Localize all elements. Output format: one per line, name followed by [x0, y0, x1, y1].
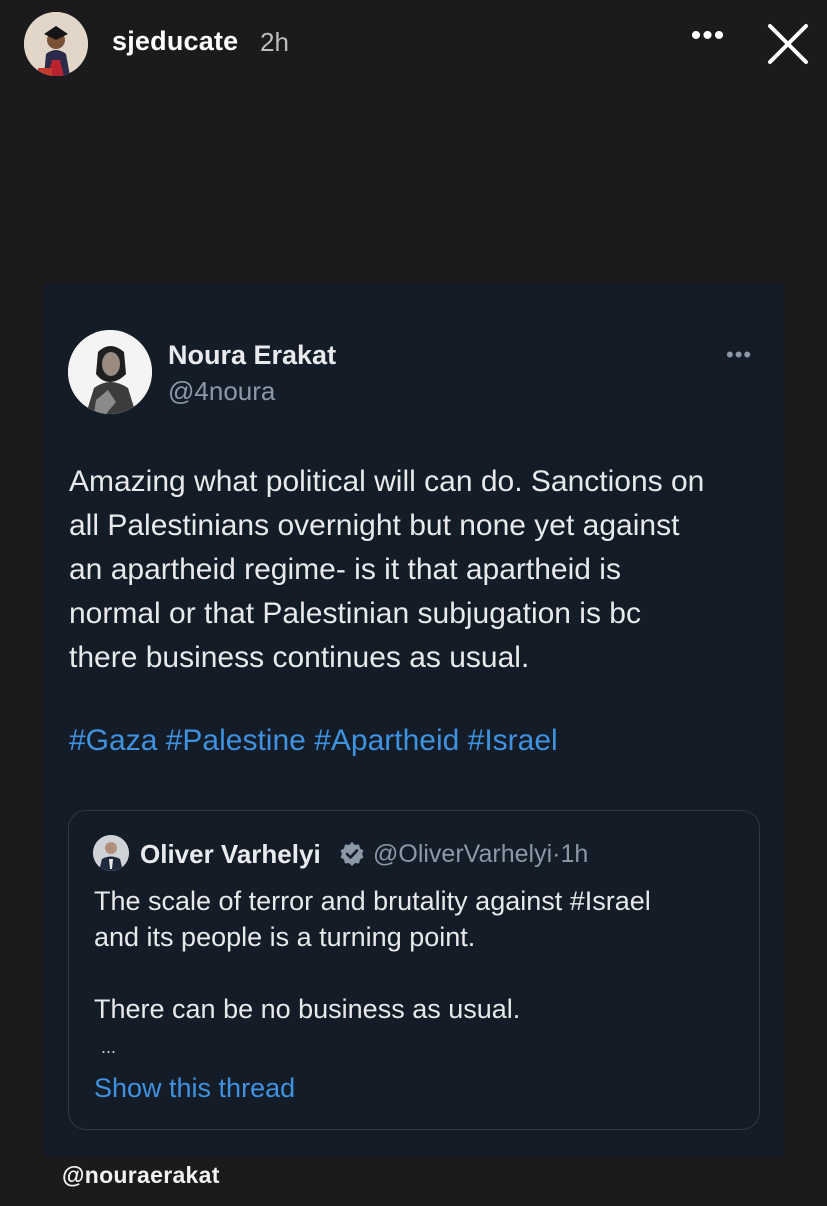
tweet-author-handle[interactable]: @4noura: [168, 376, 275, 407]
hashtag-link[interactable]: #Apartheid: [314, 724, 459, 757]
tweet-text-line: Amazing what political will can do. Sanc…: [69, 465, 705, 498]
tweet-author-avatar-image: [68, 330, 152, 414]
story-more-button[interactable]: •••: [688, 21, 728, 56]
tweet-card: Noura Erakat @4noura ••• Amazing what po…: [44, 284, 784, 1156]
quoted-text-line: The scale of terror and brutality agains…: [94, 886, 651, 916]
hashtag-link[interactable]: #Israel: [468, 724, 558, 757]
quoted-text-ellipsis: ...: [101, 1037, 117, 1057]
quoted-author-handle[interactable]: @OliverVarhelyi: [373, 840, 552, 868]
tweet-text: Amazing what political will can do. Sanc…: [69, 460, 769, 680]
story-timestamp: 2h: [260, 27, 289, 57]
mention-sticker[interactable]: @nouraerakat: [62, 1162, 220, 1189]
quoted-tweet-time: 1h: [560, 840, 589, 868]
tweet-more-button[interactable]: •••: [726, 342, 752, 368]
close-icon: [768, 24, 808, 64]
quoted-tweet-text: The scale of terror and brutality agains…: [94, 883, 651, 1027]
tweet-author-name[interactable]: Noura Erakat: [168, 340, 336, 371]
quoted-author-meta: @OliverVarhelyi·1h: [373, 840, 588, 869]
story-avatar[interactable]: [24, 12, 88, 76]
quoted-author-name[interactable]: Oliver Varhelyi: [140, 839, 321, 870]
tweet-text-line: an apartheid regime- is it that aparthei…: [69, 553, 621, 586]
quoted-text-line: There can be no business as usual.: [94, 994, 521, 1024]
tweet-hashtags: #Gaza #Palestine #Apartheid #Israel: [69, 724, 558, 758]
tweet-text-line: all Palestinians overnight but none yet …: [69, 509, 680, 542]
close-button[interactable]: [764, 20, 812, 68]
quoted-text-line: [94, 955, 651, 991]
story-username[interactable]: sjeducate: [112, 26, 238, 57]
quoted-tweet[interactable]: Oliver Varhelyi @OliverVarhelyi·1h The s…: [68, 810, 760, 1130]
tweet-text-line: there business continues as usual.: [69, 641, 530, 674]
tweet-text-line: normal or that Palestinian subjugation i…: [69, 597, 641, 630]
story-header: sjeducate 2h •••: [0, 0, 827, 90]
quoted-author-avatar-image: [93, 835, 129, 871]
story-avatar-image: [24, 12, 88, 76]
hashtag-link[interactable]: #Palestine: [166, 724, 306, 757]
verified-badge-icon: [340, 842, 364, 866]
hashtag-link[interactable]: #Gaza: [69, 724, 157, 757]
quoted-text-line: and its people is a turning point.: [94, 922, 476, 952]
show-thread-link[interactable]: Show this thread: [94, 1073, 295, 1104]
tweet-author-avatar[interactable]: [68, 330, 152, 414]
quoted-author-avatar[interactable]: [93, 835, 129, 871]
